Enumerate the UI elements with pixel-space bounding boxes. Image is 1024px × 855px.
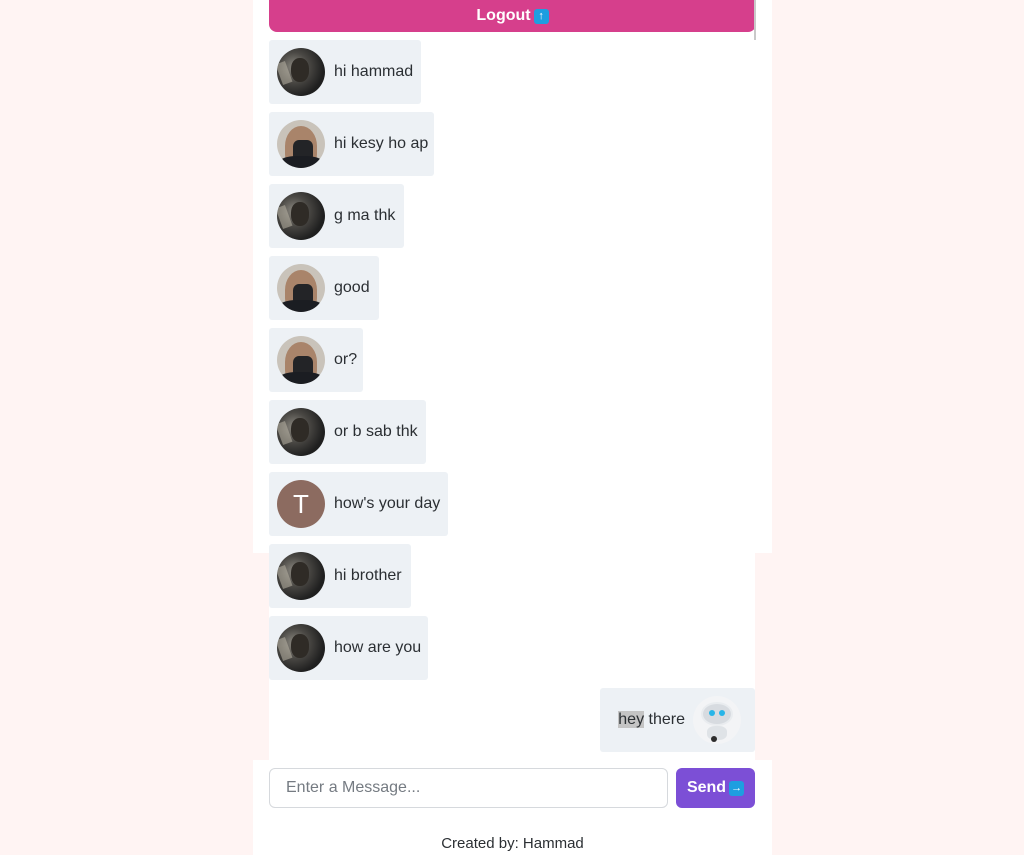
- send-label: Send: [686, 779, 727, 796]
- message-text: hi hammad: [334, 63, 414, 80]
- message-text: hi kesy ho ap: [334, 135, 429, 152]
- scrollbar-thumb[interactable]: [754, 0, 756, 40]
- message-text: or b sab thk: [334, 423, 418, 440]
- message-bubble: or b sab thk: [269, 400, 426, 464]
- avatar: [277, 264, 325, 312]
- message-text: hey there: [618, 711, 685, 729]
- robot-avatar: [693, 696, 741, 744]
- avatar: [277, 192, 325, 240]
- avatar: [277, 120, 325, 168]
- message-text: how are you: [334, 639, 422, 656]
- footer-credit: Created by: Hammad: [441, 835, 584, 852]
- up-arrow-icon: ↑: [533, 8, 549, 24]
- message-bubble: or?: [269, 328, 363, 392]
- message-bubble: T how's your day: [269, 472, 448, 536]
- message-bubble: hi hammad: [269, 40, 421, 104]
- message-bubble: hi kesy ho ap: [269, 112, 434, 176]
- avatar: T: [277, 480, 325, 528]
- avatar: [277, 624, 325, 672]
- message-text-rest: there: [644, 711, 685, 728]
- message-text: hi brother: [334, 567, 402, 584]
- avatar: [277, 552, 325, 600]
- message-text: or?: [334, 351, 358, 368]
- avatar: [277, 408, 325, 456]
- message-input[interactable]: [269, 768, 668, 808]
- message-bubble: how are you: [269, 616, 428, 680]
- right-arrow-icon: →: [729, 780, 745, 796]
- message-bubble: good: [269, 256, 379, 320]
- message-bubble: g ma thk: [269, 184, 404, 248]
- message-bubble: hi brother: [269, 544, 411, 608]
- logout-label: Logout: [476, 7, 531, 24]
- message-text: g ma thk: [334, 207, 396, 224]
- message-text: good: [334, 279, 370, 296]
- avatar: [277, 48, 325, 96]
- message-text: how's your day: [334, 495, 441, 512]
- avatar: [277, 336, 325, 384]
- logout-button[interactable]: Logout ↑: [269, 0, 756, 32]
- send-button[interactable]: Send →: [676, 768, 755, 808]
- selected-text: hey: [618, 711, 645, 728]
- own-message-bubble: hey there: [600, 688, 755, 752]
